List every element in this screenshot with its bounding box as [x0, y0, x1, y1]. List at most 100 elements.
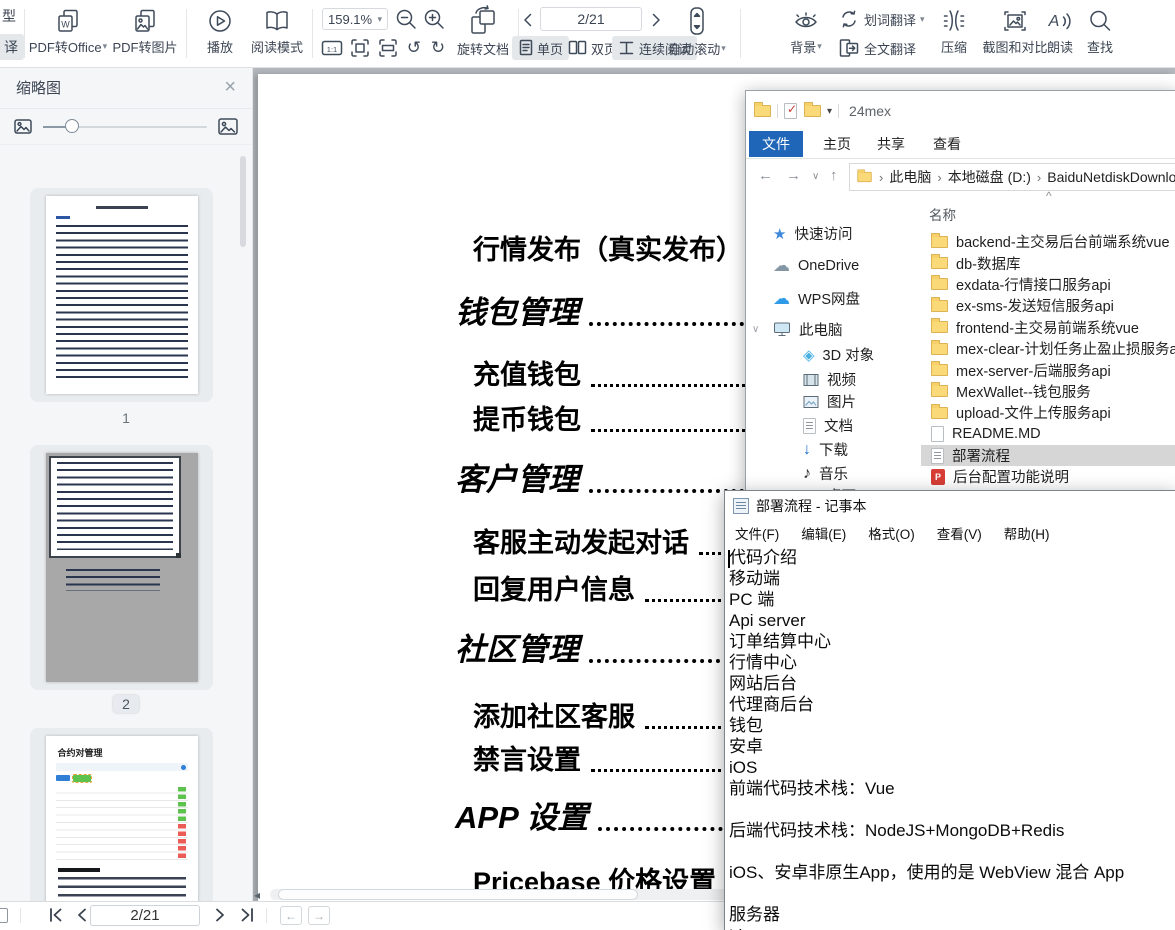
sidebar-item-music[interactable]: ♪ 音乐 — [803, 463, 848, 484]
screenshot-compare-button[interactable]: 截图和对比 — [980, 6, 1050, 56]
file-row[interactable]: MexWallet--钱包服务 — [921, 381, 1175, 402]
tab-share[interactable]: 共享 — [864, 131, 918, 157]
dropdown-icon: ▾ — [103, 41, 108, 52]
menu-edit[interactable]: 编辑(E) — [801, 523, 846, 543]
file-row[interactable]: exdata-行情接口服务api — [921, 274, 1175, 295]
notepad-text-area[interactable]: 代码介绍 移动端 PC 端 Api server 订单结算中心 行情中心 网站后… — [729, 547, 1175, 930]
menu-format[interactable]: 格式(O) — [868, 523, 915, 543]
previous-page-button[interactable] — [74, 906, 90, 924]
properties-check-icon[interactable]: ✓ — [784, 103, 798, 119]
file-row-selected[interactable]: 部署流程 — [921, 445, 1175, 466]
file-row[interactable]: P后台配置功能说明 — [921, 466, 1175, 487]
full-translate-icon — [838, 37, 860, 59]
star-icon: ★ — [773, 225, 786, 243]
rotate-document-button[interactable]: 旋转文档 — [452, 4, 514, 58]
forward-icon[interactable]: → — [786, 167, 801, 184]
page-number-input[interactable]: 2/21 — [540, 7, 642, 31]
sidebar-item-wps-drive[interactable]: ☁ WPS网盘 — [773, 288, 860, 309]
clipped-tool-label-selected[interactable]: 译 — [0, 34, 24, 60]
pdf-to-image-button[interactable]: PDF转图片 — [110, 6, 180, 56]
sidebar-item-this-pc[interactable]: 此电脑 — [773, 319, 843, 340]
notepad-titlebar[interactable]: 部署流程 - 记事本 — [725, 491, 1175, 521]
sidebar-scrollbar-thumb[interactable] — [240, 156, 246, 247]
zoom-level-select[interactable]: 159.1%▾ — [322, 8, 388, 30]
read-mode-button[interactable]: 阅读模式 — [246, 6, 308, 56]
text-file-icon — [931, 448, 944, 464]
next-page-button[interactable] — [648, 8, 664, 32]
sidebar-item-onedrive[interactable]: ☁ OneDrive — [773, 256, 859, 276]
find-button[interactable]: 查找 — [1082, 6, 1118, 56]
clipped-tool-label[interactable]: 型 — [2, 6, 16, 26]
file-list: backend-主交易后台前端系统vue db-数据库 exdata-行情接口服… — [921, 231, 1175, 488]
compress-button[interactable]: 压缩 — [934, 6, 974, 56]
page-thumbnail-1[interactable] — [30, 188, 213, 402]
file-row[interactable]: upload-文件上传服务api — [921, 402, 1175, 423]
sidebar-item-3d-objects[interactable]: ◈ 3D 对象 — [803, 344, 874, 365]
sort-ascending-icon[interactable]: ^ — [1046, 189, 1052, 203]
menu-help[interactable]: 帮助(H) — [1004, 523, 1050, 543]
page-thumbnail-3[interactable]: 合约对管理 — [30, 728, 213, 930]
current-view-rectangle[interactable] — [49, 456, 181, 558]
full-translate-button[interactable]: 全文翻译 — [838, 36, 916, 60]
first-page-button[interactable] — [46, 906, 64, 924]
rotate-right-icon[interactable]: ↻ — [426, 36, 450, 60]
fit-page-button[interactable] — [348, 36, 372, 60]
sidebar-item-documents[interactable]: 文档 — [803, 415, 853, 436]
column-header-name[interactable]: 名称 — [929, 204, 956, 224]
thumbnail-size-slider[interactable] — [43, 126, 207, 128]
last-page-button[interactable] — [238, 906, 256, 924]
sidebar-item-videos[interactable]: 视频 — [803, 369, 856, 390]
file-row[interactable]: backend-主交易后台前端系统vue — [921, 231, 1175, 252]
new-folder-icon[interactable] — [804, 105, 821, 117]
qat-separator — [838, 104, 839, 118]
breadcrumb-baidunetdisk[interactable]: BaiduNetdiskDownloa — [1047, 169, 1175, 185]
background-button[interactable]: 背景▾ — [780, 6, 832, 56]
scroll-left-arrow-icon[interactable]: ◂ — [254, 888, 260, 902]
auto-scroll-button[interactable]: 自动滚动▾ — [666, 4, 728, 58]
word-translate-button[interactable]: 划词翻译▾ — [838, 7, 925, 31]
recent-locations-icon[interactable]: ∨ — [812, 171, 819, 182]
tab-home[interactable]: 主页 — [810, 131, 864, 157]
qat-separator — [777, 104, 778, 118]
zoom-in-button[interactable] — [422, 7, 446, 31]
next-page-button[interactable] — [212, 906, 228, 924]
horizontal-scrollbar-thumb[interactable] — [278, 889, 638, 900]
close-icon[interactable]: × — [224, 76, 236, 99]
file-row[interactable]: frontend-主交易前端系统vue — [921, 317, 1175, 338]
actual-size-button[interactable]: 1:1 — [320, 36, 344, 60]
sidebar-item-quick-access[interactable]: ★ 快速访问 — [773, 223, 852, 244]
pdf-to-office-button[interactable]: W PDF转Office▾ — [28, 6, 108, 56]
qat-dropdown-icon[interactable]: ▾ — [827, 106, 832, 117]
sidebar-item-downloads[interactable]: ↓ 下载 — [803, 439, 848, 460]
single-page-button[interactable]: 单页 — [512, 36, 569, 60]
history-forward-button[interactable]: → — [308, 906, 330, 925]
file-row[interactable]: ex-sms-发送短信服务api — [921, 295, 1175, 316]
read-aloud-button[interactable]: A 朗读 — [1042, 6, 1078, 56]
sidebar-item-pictures[interactable]: 图片 — [803, 391, 856, 412]
breadcrumb-drive-d[interactable]: 本地磁盘 (D:) — [948, 167, 1031, 187]
menu-file[interactable]: 文件(F) — [735, 523, 779, 543]
rotate-left-icon[interactable]: ↺ — [402, 36, 426, 60]
file-row[interactable]: db-数据库 — [921, 252, 1175, 273]
back-icon[interactable]: ← — [758, 167, 773, 184]
tab-file[interactable]: 文件 — [749, 131, 803, 157]
previous-page-button[interactable] — [520, 8, 536, 32]
play-button[interactable]: 播放 — [196, 6, 244, 56]
fit-width-button[interactable] — [376, 36, 400, 60]
zoom-out-button[interactable] — [394, 7, 418, 31]
file-row[interactable]: mex-server-后端服务api — [921, 359, 1175, 380]
expand-chevron-icon[interactable]: ∨ — [752, 324, 759, 335]
file-row[interactable]: README.MD — [921, 424, 1175, 445]
page-thumbnail-2-current[interactable] — [30, 445, 213, 690]
up-icon[interactable]: ↑ — [830, 167, 838, 184]
menu-view[interactable]: 查看(V) — [937, 523, 982, 543]
slider-knob[interactable] — [65, 119, 79, 133]
double-page-icon — [568, 39, 587, 57]
tab-view[interactable]: 查看 — [920, 131, 974, 157]
explorer-titlebar[interactable]: ✓ ▾ 24mex — [746, 91, 1175, 131]
breadcrumb-this-pc[interactable]: 此电脑 — [889, 167, 931, 187]
history-back-button[interactable]: ← — [280, 906, 302, 925]
file-row[interactable]: mex-clear-计划任务止盈止损服务api — [921, 338, 1175, 359]
address-bar[interactable]: › 此电脑 › 本地磁盘 (D:) › BaiduNetdiskDownloa — [849, 163, 1175, 191]
statusbar-page-input[interactable]: 2/21 — [90, 905, 200, 926]
